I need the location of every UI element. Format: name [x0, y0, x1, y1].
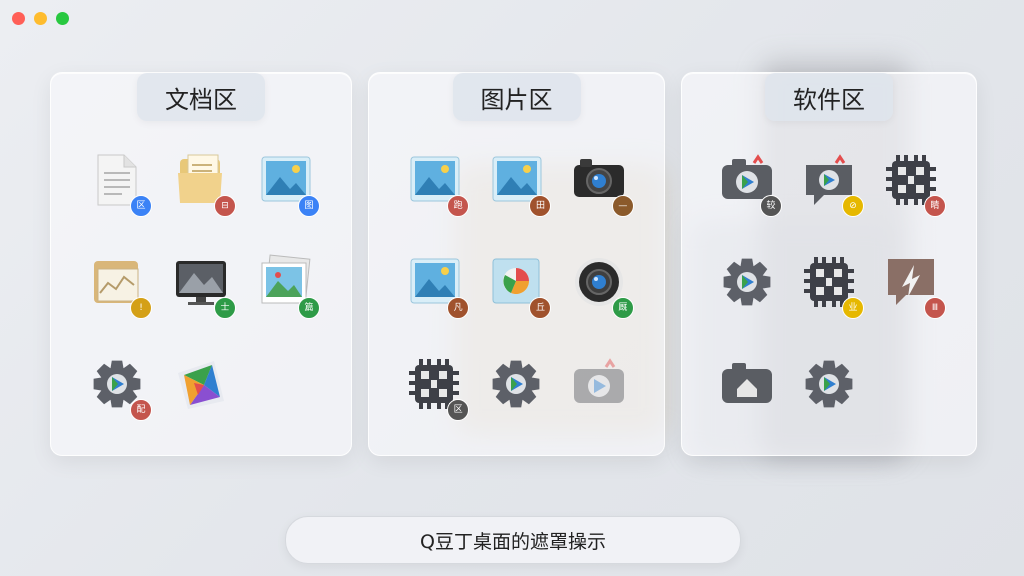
landscape-image-icon[interactable]: 凡: [407, 253, 470, 319]
bottom-action-bar[interactable]: Q豆丁桌面的遮罩操示: [285, 516, 741, 564]
photo-stack-icon[interactable]: 篇: [258, 253, 320, 319]
grid-cell: 篇: [243, 253, 327, 319]
settings-gear-icon[interactable]: [489, 355, 543, 413]
grid-cell: 较: [706, 151, 788, 217]
camera-lens-icon[interactable]: 厩: [572, 253, 634, 319]
bottom-bar-label: Q豆丁桌面的遮罩操示: [420, 530, 606, 553]
grid-cell: 睛: [870, 151, 952, 217]
grid-cell: [475, 355, 557, 413]
grid-cell: 图: [243, 151, 327, 217]
grid-cell: ⊘: [788, 151, 870, 217]
grid-cell: 厩: [558, 253, 640, 319]
grid-cell: Ⅲ: [870, 253, 952, 319]
grid-cell: 士: [159, 253, 243, 319]
color-prism-icon[interactable]: [174, 355, 228, 413]
icon-grid: 跑 田 — 凡 丘 厩区: [393, 151, 640, 421]
panel-images: 图片区 跑 田 — 凡 丘 厩区: [368, 72, 665, 456]
folder-document-icon[interactable]: ⊟: [174, 151, 236, 217]
landscape-image-icon[interactable]: 跑: [407, 151, 470, 217]
panel-documents: 文档区 区 ⊟ 图! 士 篇配: [50, 72, 352, 456]
grid-cell: [159, 355, 243, 413]
monitor-icon[interactable]: 士: [174, 253, 236, 319]
grid-cell: !: [75, 253, 159, 319]
app-badge: 田: [529, 195, 552, 217]
grid-cell: 丘: [475, 253, 557, 319]
app-badge: 丘: [529, 297, 552, 319]
window-controls: [12, 12, 69, 25]
grid-cell: ⊟: [159, 151, 243, 217]
grid-cell: 区: [75, 151, 159, 217]
app-badge: 区: [130, 195, 152, 217]
grid-cell: [558, 355, 640, 413]
panel-software: 软件区 较 ⊘ 睛业 Ⅲ: [681, 72, 977, 456]
home-camera-icon[interactable]: [720, 355, 774, 413]
app-badge: ⊟: [214, 195, 236, 217]
app-badge: !: [130, 297, 152, 319]
app-badge: 区: [447, 399, 470, 421]
grid-cell: 田: [475, 151, 557, 217]
chip-icon[interactable]: 业: [802, 253, 864, 319]
app-badge: 篇: [298, 297, 320, 319]
pie-chart-image-icon[interactable]: 丘: [489, 253, 552, 319]
app-badge: 较: [760, 195, 782, 217]
grid-cell: [706, 355, 788, 413]
minimize-button[interactable]: [34, 12, 47, 25]
app-badge: 图: [298, 195, 320, 217]
settings-gear-icon[interactable]: [802, 355, 856, 413]
icon-grid: 区 ⊟ 图! 士 篇配: [75, 151, 327, 421]
app-badge: 跑: [447, 195, 470, 217]
panel-title: 图片区: [452, 73, 581, 121]
app-badge: 士: [214, 297, 236, 319]
chat-app-icon[interactable]: ⊘: [802, 151, 864, 217]
camera-app-icon-faded[interactable]: [572, 355, 626, 413]
camera-app-icon[interactable]: 较: [720, 151, 782, 217]
landscape-image-icon[interactable]: 图: [258, 151, 320, 217]
grid-cell: 配: [75, 355, 159, 421]
app-badge: 厩: [611, 297, 634, 319]
panel-title: 软件区: [765, 73, 893, 121]
grid-cell: [788, 355, 870, 413]
app-badge: 凡: [447, 297, 470, 319]
grid-cell: 业: [788, 253, 870, 319]
close-button[interactable]: [12, 12, 25, 25]
grid-cell: 跑: [393, 151, 475, 217]
panel-title: 文档区: [137, 73, 265, 121]
text-document-icon[interactable]: 区: [90, 151, 152, 217]
app-badge: 业: [842, 297, 864, 319]
app-badge: 配: [130, 399, 152, 421]
message-app-icon[interactable]: Ⅲ: [884, 253, 946, 319]
grid-cell: 区: [393, 355, 475, 421]
app-badge: Ⅲ: [924, 297, 946, 319]
chip-icon[interactable]: 睛: [884, 151, 946, 217]
settings-gear-icon[interactable]: [720, 253, 774, 311]
app-badge: ⊘: [842, 195, 864, 217]
chip-icon[interactable]: 区: [407, 355, 470, 421]
zoom-button[interactable]: [56, 12, 69, 25]
app-badge: 睛: [924, 195, 946, 217]
icon-grid: 较 ⊘ 睛业 Ⅲ: [706, 151, 952, 413]
camera-icon[interactable]: —: [572, 151, 634, 217]
grid-cell: 凡: [393, 253, 475, 319]
grid-cell: —: [558, 151, 640, 217]
settings-gear-icon[interactable]: 配: [90, 355, 152, 421]
landscape-image-icon[interactable]: 田: [489, 151, 552, 217]
app-badge: —: [611, 195, 634, 217]
chart-folder-icon[interactable]: !: [90, 253, 152, 319]
grid-cell: [706, 253, 788, 311]
